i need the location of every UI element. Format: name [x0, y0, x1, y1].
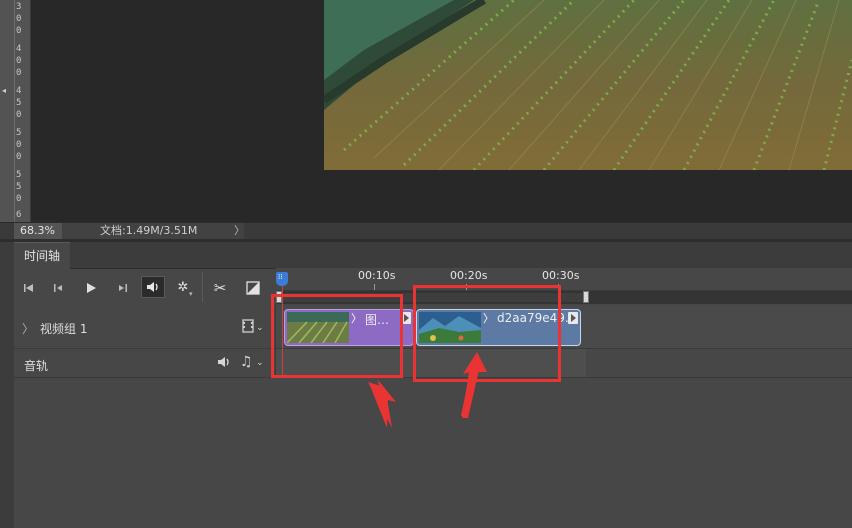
ruler-digit: 3	[16, 2, 22, 12]
document-image	[324, 0, 852, 170]
playhead-grip-icon: ⁞⁞	[278, 273, 283, 281]
annotation-arrow-1	[368, 382, 392, 428]
panel-left-gutter	[0, 268, 14, 528]
step-forward-button[interactable]	[113, 279, 131, 296]
step-forward-icon	[119, 283, 127, 292]
transition-icon	[246, 280, 260, 295]
clip-menu-arrow-icon[interactable]	[568, 312, 578, 324]
play-icon	[87, 282, 96, 293]
ruler-digit: 0	[16, 194, 22, 204]
ruler-digit: 5	[16, 170, 22, 180]
ruler-collapse-icon[interactable]: ◂	[2, 86, 6, 95]
time-label: 00:20s	[450, 269, 488, 282]
transition-button[interactable]	[244, 279, 262, 296]
time-label: 00:30s	[542, 269, 580, 282]
step-back-icon	[54, 283, 62, 292]
split-clip-button[interactable]: ✂	[211, 278, 229, 297]
ruler-tick	[374, 284, 375, 290]
ruler-digit: 0	[16, 152, 22, 162]
playhead-handle[interactable]: ⁞⁞	[276, 272, 288, 286]
video-track-label: 视频组 1	[40, 322, 88, 336]
ruler-digit: 0	[16, 56, 22, 66]
mute-audio-button[interactable]	[141, 276, 165, 298]
settings-gear-icon: ✲	[177, 280, 189, 295]
step-back-button[interactable]	[50, 279, 68, 296]
zoom-level-field[interactable]: 68.3%	[14, 223, 66, 239]
ruler-digit: 4	[16, 86, 22, 96]
ruler-digit: 0	[16, 140, 22, 150]
ruler-digit: 0	[16, 26, 22, 36]
scissors-icon: ✂	[213, 278, 227, 297]
ruler-digit: 5	[16, 98, 22, 108]
ruler-ticks	[14, 0, 15, 222]
toolbar-separator	[202, 272, 203, 302]
settings-button[interactable]: ✲ ▾	[174, 279, 193, 298]
status-menu-arrow-icon[interactable]: 〉	[234, 223, 245, 239]
status-bar: 68.3% 文档:1.49M/3.51M 〉	[0, 222, 852, 240]
dropdown-chevron-icon[interactable]: ⌄	[256, 323, 264, 333]
audio-speaker-icon	[147, 282, 158, 292]
expand-chevron-icon[interactable]: 〉	[22, 320, 34, 337]
tab-timeline[interactable]: 时间轴	[14, 242, 71, 269]
settings-dropdown-icon: ▾	[189, 290, 193, 298]
ruler-digit: 0	[16, 14, 22, 24]
music-note-icon[interactable]: ♫	[240, 354, 253, 370]
time-label: 00:10s	[358, 269, 396, 282]
add-media-icon[interactable]	[242, 319, 256, 336]
skip-to-start-icon	[24, 283, 33, 292]
annotation-box-1	[271, 294, 403, 378]
play-button[interactable]	[82, 279, 100, 296]
skip-to-start-button[interactable]	[20, 279, 38, 296]
ruler-digit: 6	[16, 210, 22, 220]
dropdown-chevron-icon[interactable]: ⌄	[256, 358, 264, 368]
ruler-digit: 0	[16, 68, 22, 78]
panel-tab-bar: 时间轴	[0, 242, 852, 269]
audio-track-label: 音轨	[24, 359, 49, 373]
work-area-end-handle[interactable]	[583, 291, 589, 303]
ruler-digit: 5	[16, 182, 22, 192]
audio-speaker-icon[interactable]	[217, 356, 231, 371]
vertical-ruler: 3 0 0 4 0 0 4 5 0 5 0 0 5 5 0 6	[0, 0, 31, 222]
annotation-box-2	[413, 285, 561, 382]
document-size-info: 文档:1.49M/3.51M	[62, 223, 244, 239]
ruler-digit: 4	[16, 44, 22, 54]
ruler-digit: 0	[16, 110, 22, 120]
ruler-digit: 5	[16, 128, 22, 138]
